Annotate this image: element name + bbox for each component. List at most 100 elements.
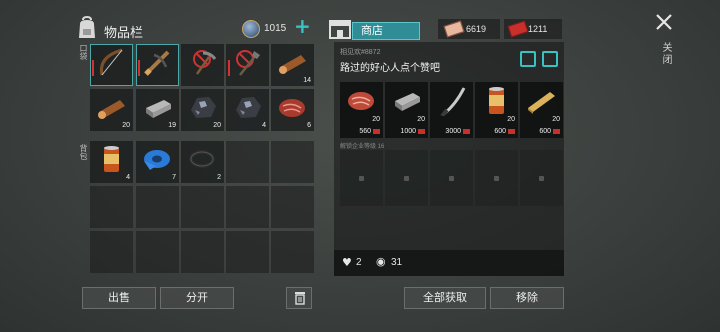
- backpack-slot-empty[interactable]: [226, 141, 269, 183]
- machete-icon: [440, 87, 466, 116]
- shop-item[interactable]: 20 600: [475, 82, 518, 138]
- lock-icon: [494, 176, 499, 181]
- backpack-slot-empty[interactable]: [181, 186, 224, 228]
- locked-slot: [475, 150, 518, 206]
- backpack-icon: [79, 16, 95, 38]
- lock-icon: [539, 176, 544, 181]
- locked-slot: [385, 150, 428, 206]
- red-ticket-icon: [508, 129, 515, 134]
- iron-ingot-icon: [146, 100, 171, 118]
- inventory-slot[interactable]: [90, 44, 133, 86]
- slot-count: 20: [213, 122, 221, 129]
- locked-slot: [520, 150, 563, 206]
- inventory-slot[interactable]: 19: [136, 89, 179, 131]
- backpack-slot-empty[interactable]: [271, 186, 314, 228]
- backpack-slot-empty[interactable]: [181, 231, 224, 273]
- tab-shop-label: 商店: [361, 25, 383, 37]
- backpack-slot-empty[interactable]: [271, 141, 314, 183]
- inventory-slot[interactable]: [136, 44, 179, 86]
- coin-count: 1015: [264, 23, 287, 34]
- backpack-slot-empty[interactable]: [226, 231, 269, 273]
- log-icon: [98, 100, 125, 119]
- backpack-slot-empty[interactable]: [136, 231, 179, 273]
- locked-slot: [340, 150, 383, 206]
- red-ticket-icon: [418, 129, 425, 134]
- shop-stats: [334, 250, 564, 276]
- backpack-slot[interactable]: 4: [90, 141, 133, 183]
- red-ticket-icon: [373, 129, 380, 134]
- iron-ore-icon: [236, 97, 261, 118]
- shop-item[interactable]: 20 600: [520, 82, 563, 138]
- raw-meat-icon: [348, 92, 374, 110]
- inventory-slot[interactable]: 20: [181, 89, 224, 131]
- shop-item-count: 20: [372, 116, 380, 123]
- shop-item-count: 20: [417, 116, 425, 123]
- backpack-slot-empty[interactable]: [226, 186, 269, 228]
- inventory-slot[interactable]: 14: [271, 44, 314, 86]
- crossbow-icon: [144, 50, 170, 76]
- shovel-icon: [236, 50, 260, 76]
- backpack-slot-empty[interactable]: [90, 231, 133, 273]
- shop-item-price: 1000: [400, 128, 416, 135]
- split-button[interactable]: 分开: [160, 287, 234, 309]
- slot-count: 4: [262, 122, 266, 129]
- shop-motto: 路过的好心人点个赞吧: [340, 63, 440, 74]
- backpack-slot-empty[interactable]: [90, 186, 133, 228]
- inventory-slot[interactable]: 4: [226, 89, 269, 131]
- shop-item[interactable]: 20 1000: [385, 82, 428, 138]
- shop-item-count: 20: [552, 116, 560, 123]
- views-count: 31: [391, 257, 403, 268]
- slot-count: 7: [172, 174, 176, 181]
- coin-icon: [242, 20, 260, 38]
- slot-count: 20: [122, 122, 130, 129]
- backpack-slot-empty[interactable]: [271, 231, 314, 273]
- currency2-value: 1211: [528, 24, 548, 34]
- settings-icon[interactable]: [542, 51, 558, 67]
- sell-button[interactable]: 出售: [82, 287, 156, 309]
- edit-icon[interactable]: [520, 51, 536, 67]
- shop-item-price: 600: [494, 128, 506, 135]
- slot-count: 4: [126, 174, 130, 181]
- close-label: 关闭: [660, 42, 671, 66]
- shop-item[interactable]: 3000: [430, 82, 473, 138]
- canned-food-icon: [489, 87, 504, 114]
- backpack-label: 背包: [79, 144, 88, 160]
- inventory-title: 物品栏: [104, 25, 144, 40]
- currency1-value: 6619: [466, 24, 487, 34]
- slot-count: 2: [217, 174, 221, 181]
- backpack-slot[interactable]: 2: [181, 141, 224, 183]
- close-icon[interactable]: [654, 12, 674, 32]
- shop-item[interactable]: 20 560: [340, 82, 383, 138]
- backpack-slot-empty[interactable]: [136, 186, 179, 228]
- eye-icon: ◉: [376, 255, 386, 268]
- locked-slot: [430, 150, 473, 206]
- shop-icon: [329, 20, 351, 39]
- unlock-hint: 解锁企业等级 16: [340, 144, 385, 150]
- remove-button[interactable]: 移除: [490, 287, 564, 309]
- lock-icon: [449, 176, 454, 181]
- inventory-slot[interactable]: 20: [90, 89, 133, 131]
- shop-item-price: 3000: [445, 128, 461, 135]
- take-all-button[interactable]: 全部获取: [404, 287, 486, 309]
- slot-count: 14: [303, 77, 311, 84]
- backpack-slot[interactable]: 7: [136, 141, 179, 183]
- shop-item-price: 600: [539, 128, 551, 135]
- log-icon: [279, 55, 306, 74]
- inventory-slot[interactable]: 6: [271, 89, 314, 131]
- add-coins-button[interactable]: +: [294, 16, 311, 36]
- lock-icon: [404, 176, 409, 181]
- tab-shop[interactable]: 商店: [352, 22, 420, 40]
- trash-icon: [295, 292, 305, 305]
- slot-count: 6: [307, 122, 311, 129]
- raw-meat-icon: [279, 99, 305, 117]
- iron-ore-icon: [191, 97, 216, 118]
- inventory-slot[interactable]: [226, 44, 269, 86]
- heart-icon[interactable]: ♥: [342, 256, 352, 269]
- delete-button[interactable]: [286, 287, 312, 309]
- shop-item-count: 20: [507, 116, 515, 123]
- slot-count: 19: [168, 122, 176, 129]
- duct-tape-icon: [144, 150, 170, 170]
- wood-bow-icon: [99, 48, 123, 76]
- pickaxe-icon: [193, 50, 217, 75]
- inventory-slot[interactable]: [181, 44, 224, 86]
